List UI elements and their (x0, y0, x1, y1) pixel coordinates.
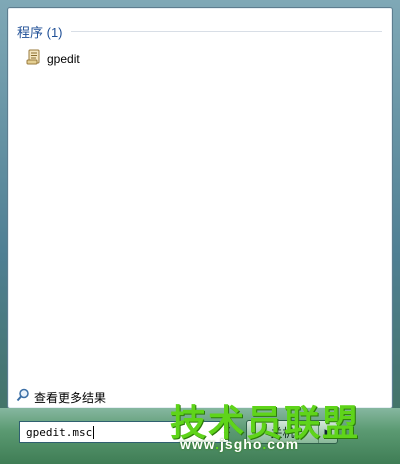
text-caret (93, 425, 95, 439)
shutdown-label: 关机 (270, 425, 295, 440)
programs-section-header: 程序 (1) (17, 21, 382, 41)
search-icon (16, 388, 30, 407)
search-results-panel: 程序 (1) gpedit 查看更多结果 (7, 7, 393, 409)
clear-search-icon[interactable]: ✕ (220, 424, 234, 438)
result-item-gpedit[interactable]: gpedit (26, 48, 226, 70)
left-edge-fragment (0, 414, 12, 450)
see-more-results-label: 查看更多结果 (34, 390, 107, 405)
section-divider (70, 30, 382, 32)
see-more-results-link[interactable]: 查看更多结果 (16, 388, 106, 406)
shutdown-options-arrow-icon[interactable]: ▶ (318, 421, 337, 443)
search-input-value: gpedit.msc (26, 425, 93, 439)
search-input[interactable]: gpedit.msc (19, 421, 229, 443)
programs-section-title: 程序 (1) (17, 24, 63, 40)
shutdown-button[interactable]: 关机 ▶ (246, 420, 338, 444)
result-item-label: gpedit (47, 52, 80, 66)
script-file-icon (26, 49, 42, 70)
